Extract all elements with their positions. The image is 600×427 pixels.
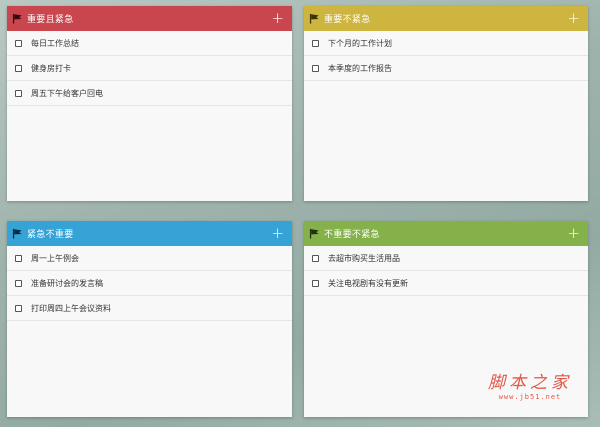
task-text: 准备研讨会的发言稿 [31,278,103,288]
task-checkbox[interactable] [15,304,22,312]
add-task-button[interactable]: + [271,11,284,26]
quadrant-header: 紧急不重要 + [7,221,292,246]
task-list: 去超市购买生活用品 关注电视剧有没有更新 [304,246,588,296]
flag-icon [309,228,320,239]
quadrant-header: 重要不紧急 + [304,6,588,31]
task-text: 关注电视剧有没有更新 [328,278,408,288]
quadrant-urgent-not-important: 紧急不重要 + 周一上午例会 准备研讨会的发言稿 打印周四上午会议资料 [7,221,292,417]
task-text: 健身房打卡 [31,63,71,73]
task-text: 周五下午给客户回电 [31,88,103,98]
flag-icon [12,13,23,24]
task-checkbox[interactable] [15,39,22,47]
task-item[interactable]: 打印周四上午会议资料 [7,296,292,321]
task-checkbox[interactable] [15,254,22,262]
task-item[interactable]: 周五下午给客户回电 [7,81,292,106]
quadrant-urgent-important: 重要且紧急 + 每日工作总结 健身房打卡 周五下午给客户回电 [7,6,292,201]
task-item[interactable]: 准备研讨会的发言稿 [7,271,292,296]
add-task-button[interactable]: + [271,226,284,241]
task-item[interactable]: 周一上午例会 [7,246,292,271]
task-text: 周一上午例会 [31,253,79,263]
task-item[interactable]: 每日工作总结 [7,31,292,56]
quadrant-title: 重要不紧急 [324,15,371,25]
task-item[interactable]: 本季度的工作报告 [304,56,588,81]
quadrant-not-important-not-urgent: 不重要不紧急 + 去超市购买生活用品 关注电视剧有没有更新 [304,221,588,417]
task-checkbox[interactable] [312,279,319,287]
flag-icon [12,228,23,239]
task-text: 打印周四上午会议资料 [31,303,111,313]
task-text: 去超市购买生活用品 [328,253,400,263]
task-checkbox[interactable] [312,64,319,72]
task-list: 每日工作总结 健身房打卡 周五下午给客户回电 [7,31,292,106]
task-checkbox[interactable] [312,39,319,47]
task-text: 下个月的工作计划 [328,38,392,48]
quadrant-title: 重要且紧急 [27,15,74,25]
task-item[interactable]: 下个月的工作计划 [304,31,588,56]
task-item[interactable]: 健身房打卡 [7,56,292,81]
task-text: 本季度的工作报告 [328,63,392,73]
task-item[interactable]: 去超市购买生活用品 [304,246,588,271]
quadrant-header: 重要且紧急 + [7,6,292,31]
task-text: 每日工作总结 [31,38,79,48]
quadrant-title: 不重要不紧急 [324,230,380,240]
add-task-button[interactable]: + [567,226,580,241]
quadrant-header: 不重要不紧急 + [304,221,588,246]
task-checkbox[interactable] [15,64,22,72]
quadrant-important-not-urgent: 重要不紧急 + 下个月的工作计划 本季度的工作报告 [304,6,588,201]
add-task-button[interactable]: + [567,11,580,26]
flag-icon [309,13,320,24]
task-item[interactable]: 关注电视剧有没有更新 [304,271,588,296]
task-checkbox[interactable] [15,279,22,287]
task-checkbox[interactable] [15,89,22,97]
task-list: 下个月的工作计划 本季度的工作报告 [304,31,588,81]
quadrant-title: 紧急不重要 [27,230,74,240]
task-checkbox[interactable] [312,254,319,262]
task-list: 周一上午例会 准备研讨会的发言稿 打印周四上午会议资料 [7,246,292,321]
